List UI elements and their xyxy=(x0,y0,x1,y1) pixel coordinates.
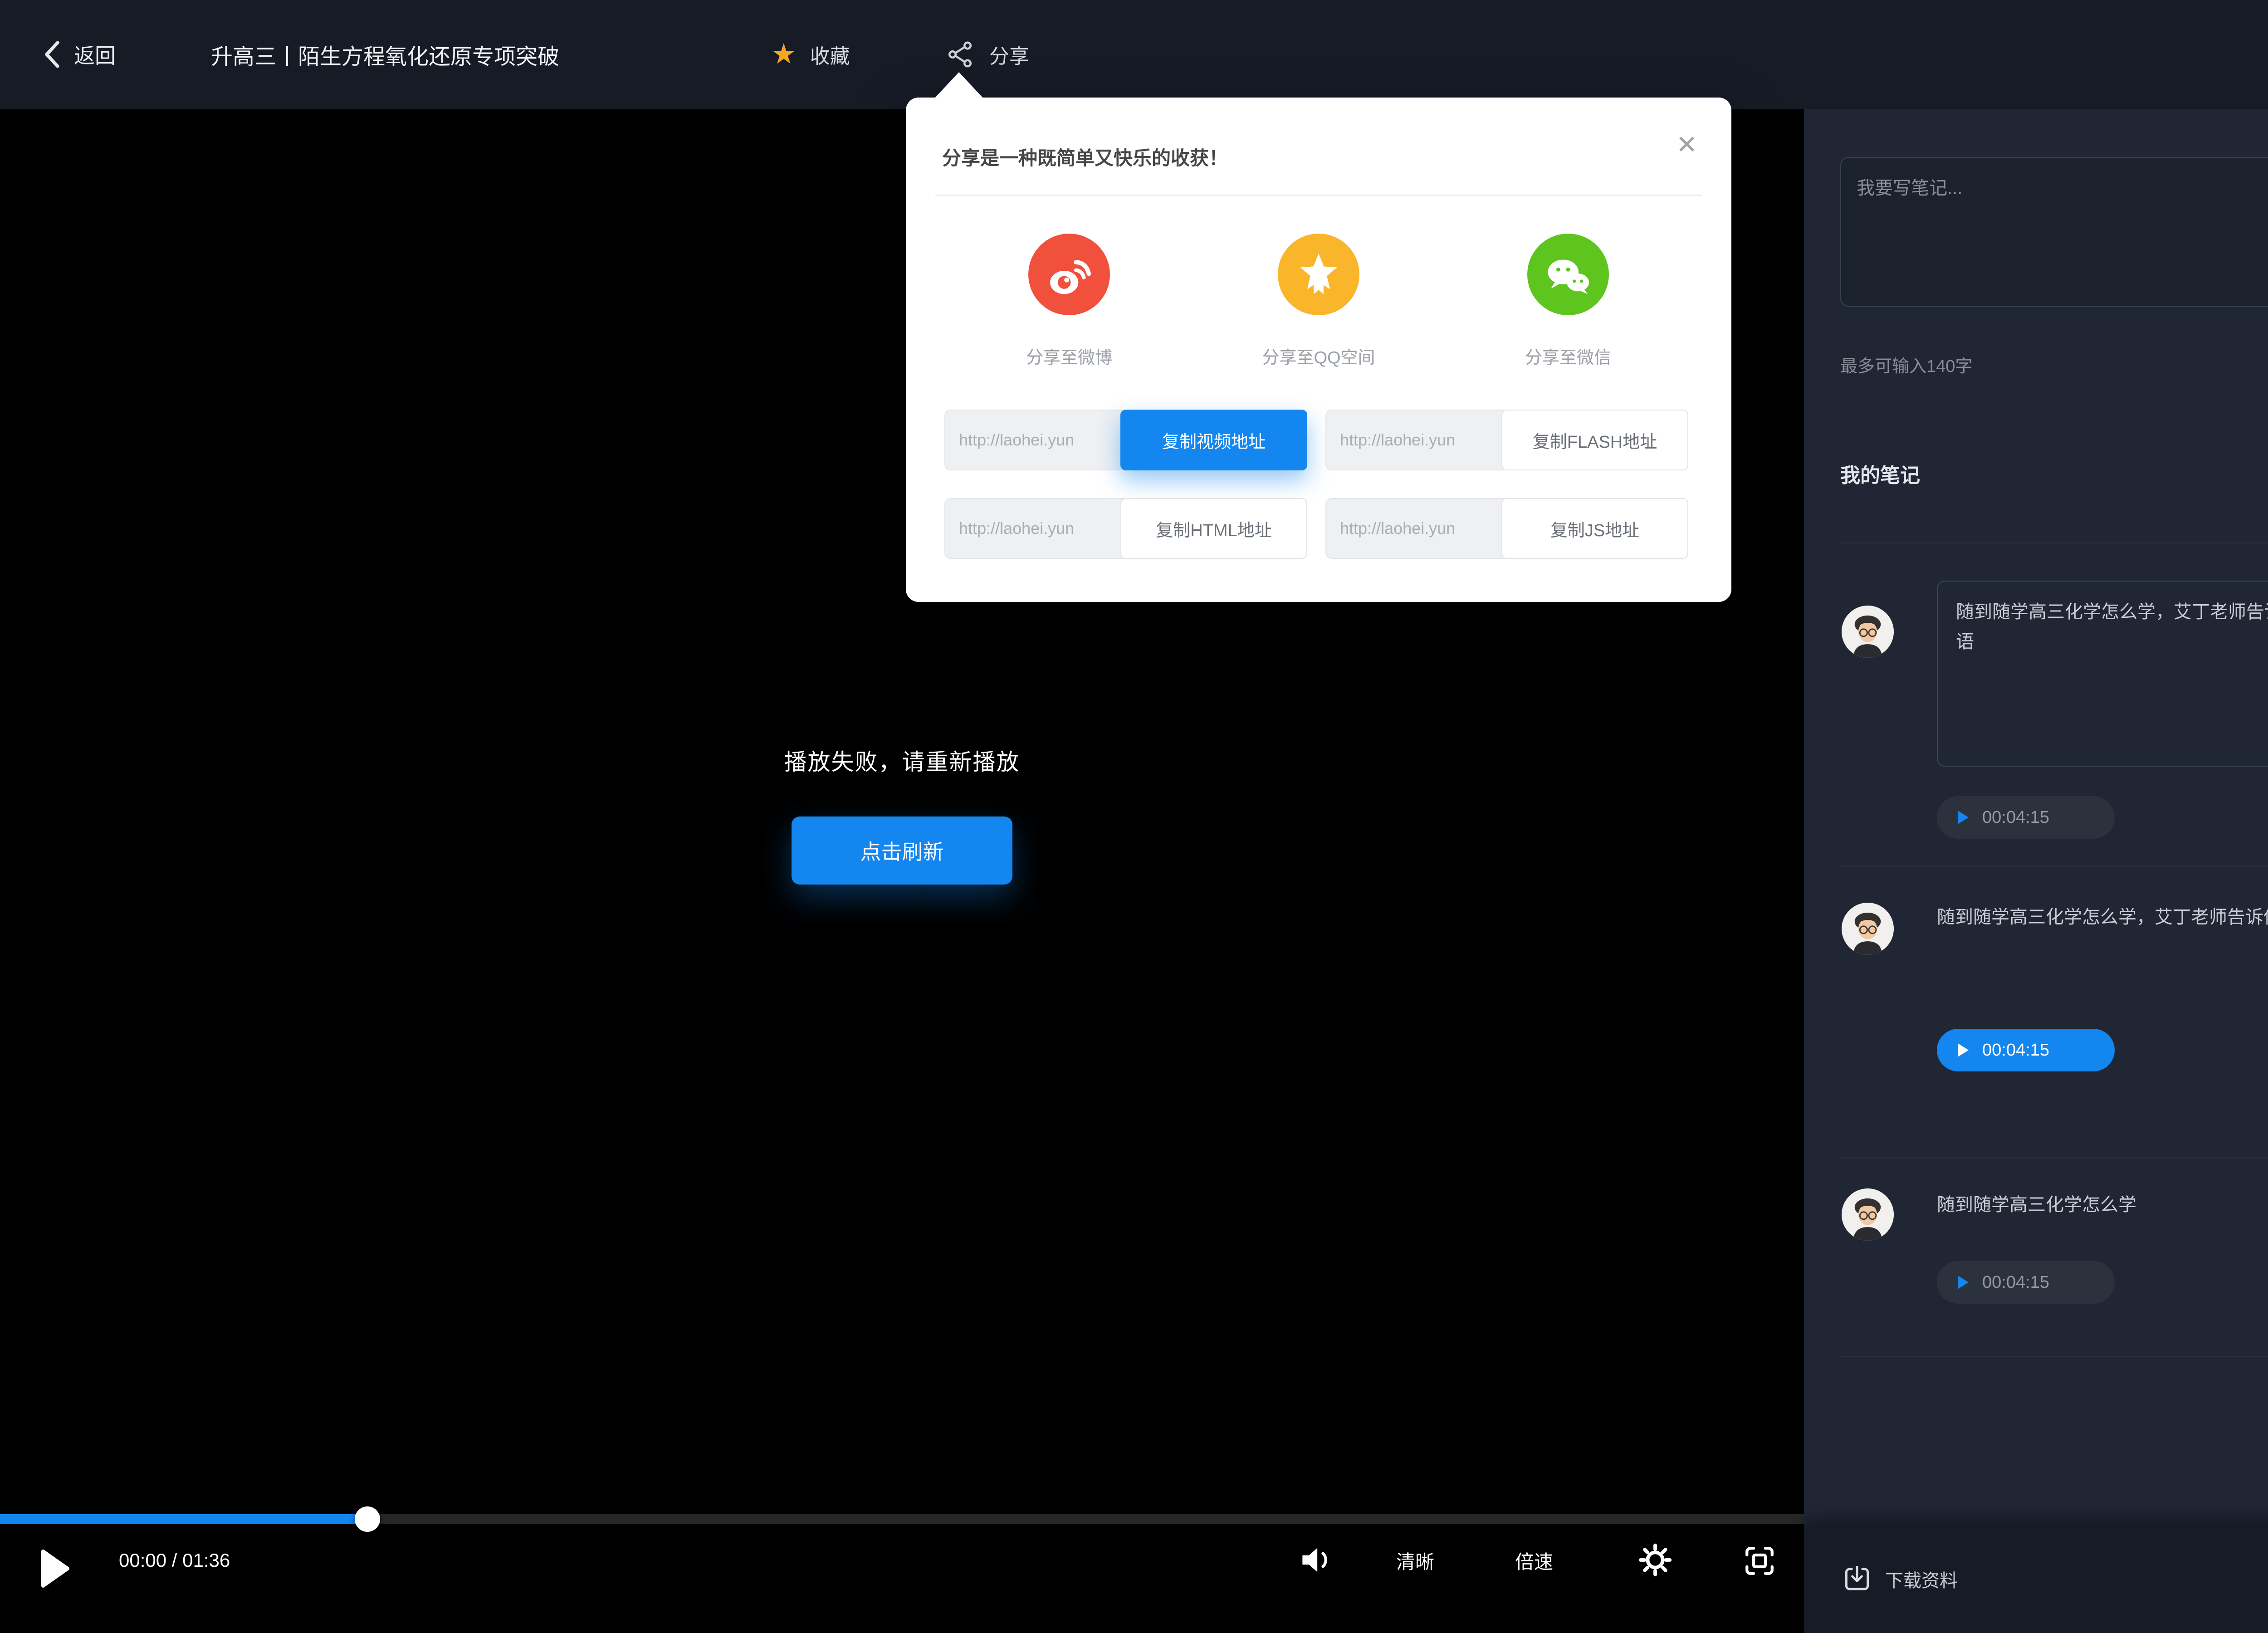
share-label: 分享 xyxy=(989,45,1029,68)
close-icon[interactable]: ✕ xyxy=(1676,132,1697,157)
quality-button[interactable]: 清晰 xyxy=(1396,1533,1434,1588)
dialog-divider xyxy=(935,195,1702,196)
play-icon xyxy=(1958,1276,1969,1289)
copy-js-url-button[interactable]: 复制JS地址 xyxy=(1501,498,1688,559)
js-url-input[interactable] xyxy=(1326,499,1512,558)
weibo-icon xyxy=(1028,234,1110,315)
note-edit-box[interactable]: 随到随学高三化学怎么学，艾丁老师告诉你如何学好高三英语 xyxy=(1937,581,2268,767)
copy-flash-url-button[interactable]: 复制FLASH地址 xyxy=(1501,410,1688,470)
star-icon: ★ xyxy=(771,39,797,70)
copy-row-video: 复制视频地址 xyxy=(944,410,1307,470)
share-targets: 分享至微博 分享至QQ空间 分享至微信 xyxy=(906,234,1731,368)
time-display: 00:00 / 01:36 xyxy=(119,1550,230,1571)
settings-button[interactable] xyxy=(1637,1541,1674,1579)
play-button[interactable] xyxy=(39,1548,71,1589)
gear-icon xyxy=(1638,1543,1672,1577)
note-avatar xyxy=(1842,903,1894,955)
fullscreen-button[interactable] xyxy=(1743,1544,1776,1578)
download-button[interactable]: 下载资料 xyxy=(1842,1525,1958,1633)
volume-button[interactable] xyxy=(1295,1540,1334,1579)
download-icon xyxy=(1845,1565,1869,1590)
divider xyxy=(1840,1356,2268,1357)
progress-fill xyxy=(0,1506,381,1532)
back-chevron-icon xyxy=(45,41,59,68)
note-text: 随到随学高三化学怎么学 xyxy=(1937,1195,2136,1215)
play-icon xyxy=(1958,1043,1969,1057)
play-icon xyxy=(41,1550,69,1588)
note-timestamp-pill[interactable]: 00:04:15 xyxy=(1937,1261,2115,1304)
copy-row-flash: 复制FLASH地址 xyxy=(1325,410,1688,470)
back-button[interactable]: 返回 xyxy=(43,0,116,109)
progress-bar[interactable] xyxy=(0,1506,1804,1532)
dialog-title: 分享是一种既简单又快乐的收获！ xyxy=(942,147,1228,169)
qzone-icon xyxy=(1278,234,1359,315)
progress-handle[interactable] xyxy=(355,1506,381,1532)
char-limit-hint: 最多可输入140字 xyxy=(1840,357,1973,376)
share-icon xyxy=(948,41,972,68)
html-url-input[interactable] xyxy=(945,499,1131,558)
flash-url-input[interactable] xyxy=(1326,411,1512,469)
share-wechat-button[interactable]: 分享至微信 xyxy=(1525,234,1612,368)
share-target-label: 分享至微博 xyxy=(1026,348,1113,367)
copy-html-url-button[interactable]: 复制HTML地址 xyxy=(1120,498,1307,559)
share-weibo-button[interactable]: 分享至微博 xyxy=(1026,234,1113,368)
note-timestamp: 00:04:15 xyxy=(1982,1040,2049,1060)
divider xyxy=(1840,1157,2268,1158)
note-timestamp-pill[interactable]: 00:04:15 xyxy=(1937,796,2115,839)
share-dialog: 分享是一种既简单又快乐的收获！ ✕ 分享至微博 分享至QQ空间 分享至微信 ht… xyxy=(906,72,1731,602)
note-timestamp-pill[interactable]: 00:04:15 xyxy=(1937,1029,2115,1071)
wechat-icon xyxy=(1527,234,1609,315)
share-target-label: 分享至微信 xyxy=(1525,348,1612,367)
panel-footer: 下载资料 已学完 xyxy=(1804,1525,2268,1633)
speaker-icon xyxy=(1302,1548,1327,1572)
back-label: 返回 xyxy=(74,44,116,68)
video-url-input[interactable] xyxy=(945,411,1131,469)
favorite-button[interactable]: ★ 收藏 xyxy=(771,0,850,109)
app: 返回 升高三丨陌生方程氧化还原专项突破 ★ 收藏 分享 播放失败，请重新播放 点… xyxy=(0,0,2268,1633)
note-input[interactable] xyxy=(1840,157,2268,307)
my-notes-title: 我的笔记 xyxy=(1840,464,1920,487)
note-avatar xyxy=(1842,606,1894,658)
favorite-label: 收藏 xyxy=(810,45,850,68)
copy-link-rows: 复制视频地址 复制FLASH地址 复制HTML地址 复制JS地址 xyxy=(944,410,1688,559)
notes-panel: 最多可输入140字 我要提交 我的笔记 随到随学高三化学怎么学，艾丁老师告诉你如… xyxy=(1804,109,2268,1525)
copy-row-html: 复制HTML地址 xyxy=(944,498,1307,559)
divider xyxy=(1840,866,2268,867)
refresh-button[interactable]: 点击刷新 xyxy=(792,816,1012,885)
fullscreen-icon xyxy=(1745,1547,1774,1575)
note-timestamp: 00:04:15 xyxy=(1982,807,2049,827)
note-timestamp: 00:04:15 xyxy=(1982,1272,2049,1292)
speed-button[interactable]: 倍速 xyxy=(1515,1533,1553,1588)
share-target-label: 分享至QQ空间 xyxy=(1262,348,1375,367)
page-title: 升高三丨陌生方程氧化还原专项突破 xyxy=(211,45,560,69)
note-avatar xyxy=(1842,1188,1894,1241)
dialog-arrow xyxy=(934,72,984,99)
play-icon xyxy=(1958,811,1969,824)
copy-video-url-button[interactable]: 复制视频地址 xyxy=(1120,410,1307,470)
topbar: 返回 升高三丨陌生方程氧化还原专项突破 ★ 收藏 分享 xyxy=(0,0,2268,109)
playback-error-text: 播放失败，请重新播放 xyxy=(784,749,1020,775)
copy-row-js: 复制JS地址 xyxy=(1325,498,1688,559)
share-qzone-button[interactable]: 分享至QQ空间 xyxy=(1262,234,1375,368)
download-label: 下载资料 xyxy=(1885,1571,1958,1591)
note-text: 随到随学高三化学怎么学，艾丁老师告诉你如何学好高三英语 xyxy=(1937,907,2268,927)
